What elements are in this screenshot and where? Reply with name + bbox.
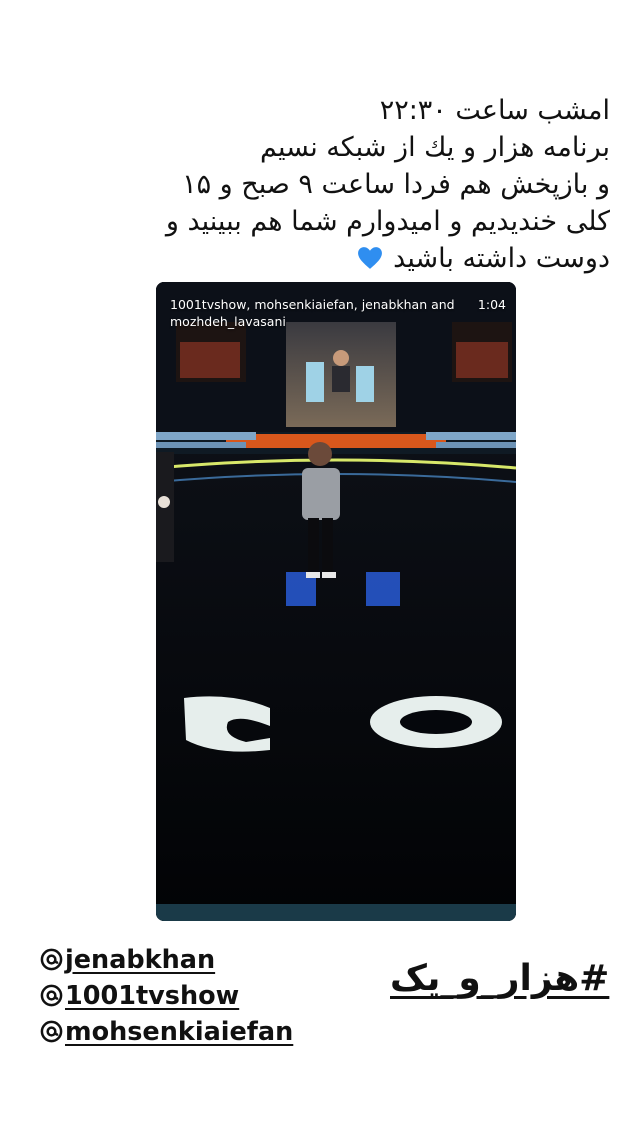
tagged-accounts[interactable]: 1001tvshow, mohsenkiaiefan, jenabkhan an… [170, 296, 455, 313]
shared-video-post[interactable]: 1001tvshow, mohsenkiaiefan, jenabkhan an… [156, 282, 516, 921]
mention-handle: 1001tvshow [65, 981, 240, 1011]
caption-line: و بازپخش هم فردا ساعت ۹ صبح و ۱۵ [182, 169, 610, 200]
mention-handle: mohsenkiaiefan [65, 1017, 294, 1047]
threads-icon [40, 984, 63, 1007]
mentions-list: jenabkhan 1001tvshow mohsenkiaiefan [40, 942, 302, 1050]
caption-line: امشب ساعت ۲۲:۳۰ [379, 95, 610, 126]
mention-mohsenkiaiefan[interactable]: mohsenkiaiefan [40, 1014, 302, 1050]
threads-icon [40, 1020, 63, 1043]
caption-line: برنامه هزار و یك از شبکه نسیم [260, 132, 610, 163]
caption-line: دوست داشته باشید [393, 243, 610, 274]
video-header: 1001tvshow, mohsenkiaiefan, jenabkhan an… [170, 296, 506, 330]
video-duration: 1:04 [477, 297, 506, 312]
caption-line: کلی خندیدیم و امیدوارم شما هم ببینید و [165, 206, 610, 237]
mention-handle: jenabkhan [65, 945, 216, 975]
mention-1001tvshow[interactable]: 1001tvshow [40, 978, 302, 1014]
mention-jenabkhan[interactable]: jenabkhan [40, 942, 302, 978]
tagged-accounts-more[interactable]: mozhdeh_lavasani [170, 313, 506, 330]
hashtag-sticker[interactable]: #هزار_و_یک [390, 958, 609, 999]
video-frame [156, 282, 516, 921]
threads-icon [40, 948, 63, 971]
blue-heart-icon [357, 247, 382, 269]
story-caption: امشب ساعت ۲۲:۳۰ برنامه هزار و یك از شبکه… [50, 92, 610, 277]
caption-line-last: دوست داشته باشید [50, 240, 610, 277]
